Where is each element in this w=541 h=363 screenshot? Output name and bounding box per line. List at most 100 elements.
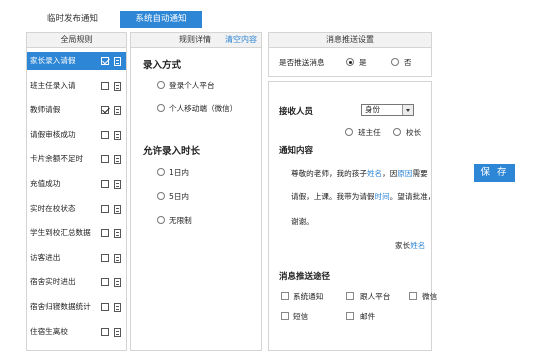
rule-item[interactable]: 访客进出 (27, 249, 126, 267)
rule-enable-checkbox[interactable] (101, 278, 109, 287)
rule-item-label: 访客进出 (30, 252, 61, 262)
rule-item[interactable]: 家长录入请假 (27, 52, 126, 70)
document-icon[interactable] (114, 81, 121, 91)
rule-item-label: 实时在校状态 (30, 203, 76, 213)
reason-placeholder: 原因 (397, 169, 413, 178)
rule-item[interactable]: 教师请假 (27, 101, 126, 119)
route-sms-label: 短信 (293, 312, 309, 321)
rule-item[interactable]: 班主任录入请 (27, 77, 126, 95)
document-icon[interactable] (114, 155, 121, 165)
route-email-checkbox[interactable] (346, 312, 354, 320)
document-icon[interactable] (114, 327, 121, 337)
rule-item[interactable]: 请假审核成功 (27, 126, 126, 144)
document-icon[interactable] (114, 278, 121, 288)
notify-line2-text-c: 。望请批准， (389, 192, 436, 201)
entry-option-2-radio[interactable] (157, 104, 165, 112)
push-route-title: 消息推送途径 (279, 272, 331, 282)
route-email-label: 邮件 (360, 312, 376, 321)
push-no-radio[interactable] (391, 58, 399, 66)
notify-line-1: 尊敬的老师，我的孩子姓名，因原因需要 (291, 168, 428, 179)
receiver-principal-label: 校长 (406, 128, 422, 137)
rule-item[interactable]: 充值成功 (27, 175, 126, 193)
chevron-down-icon (402, 105, 413, 115)
rule-item-label: 住宿生离校 (30, 326, 68, 336)
time-placeholder: 时间 (374, 192, 390, 201)
push-settings-header: 消息推送设置 (269, 33, 431, 48)
rule-enable-checkbox[interactable] (101, 57, 109, 65)
rule-details-title: 规则详情 (179, 35, 211, 44)
rule-enable-checkbox[interactable] (101, 81, 109, 90)
receiver-headteacher-radio[interactable] (345, 128, 353, 136)
rule-item[interactable]: 实时在校状态 (27, 200, 126, 218)
rule-enable-checkbox[interactable] (101, 327, 109, 336)
rule-item[interactable]: 卡片余额不足时 (27, 150, 126, 168)
global-rules-header: 全局规则 (27, 33, 126, 48)
rule-enable-checkbox[interactable] (101, 253, 109, 262)
route-platform-label: 跟人平台 (360, 292, 391, 301)
rule-item-label: 宿舍实时进出 (30, 277, 76, 287)
receiver-identity-select[interactable]: 身份 (361, 104, 414, 116)
notify-line-2: 请假，上课。我带为请假时间。望请批准， (291, 191, 435, 202)
rule-item[interactable]: 宿舍实时进出 (27, 273, 126, 291)
rule-enable-checkbox[interactable] (101, 229, 109, 238)
receiver-label: 接收人员 (279, 107, 314, 117)
notify-signature: 家长姓名 (395, 240, 425, 251)
rule-item-label: 充值成功 (30, 179, 61, 188)
tab-temp-notice[interactable]: 临时发布通知 (30, 11, 115, 28)
allow-time-title: 允许录入时长 (143, 146, 201, 157)
rule-enable-checkbox[interactable] (101, 303, 109, 311)
notify-content-title: 通知内容 (279, 146, 314, 156)
route-sms-checkbox[interactable] (281, 312, 289, 320)
notify-config-panel: 接收人员 身份 班主任 校长 通知内容 尊敬的老师，我的孩子姓名，因原因需要 请… (268, 81, 437, 351)
rule-item[interactable]: 学生到校汇总数据 (27, 224, 126, 242)
route-platform-checkbox[interactable] (346, 292, 354, 300)
rule-enable-checkbox[interactable] (101, 204, 109, 213)
push-settings-panel: 消息推送设置 是否推送消息 是 否 (268, 32, 432, 77)
document-icon[interactable] (114, 204, 121, 214)
push-yes-radio[interactable] (346, 58, 354, 66)
time-option-1-label: 1日内 (169, 168, 190, 177)
rule-item-label: 教师请假 (30, 105, 61, 115)
receiver-headteacher-label: 班主任 (358, 128, 381, 137)
rule-enable-checkbox[interactable] (101, 155, 109, 164)
rule-enable-checkbox[interactable] (101, 106, 109, 115)
entry-option-2-label: 个人移动端（微信） (169, 104, 238, 113)
parent-name-placeholder: 姓名 (410, 241, 426, 250)
document-icon[interactable] (114, 303, 121, 312)
entry-option-1-radio[interactable] (157, 81, 165, 89)
route-system-checkbox[interactable] (281, 292, 289, 300)
rule-item-label: 班主任录入请 (30, 80, 76, 90)
route-wechat-checkbox[interactable] (409, 292, 417, 300)
rule-details-header: 规则详情 清空内容 (131, 33, 261, 48)
child-name-placeholder: 姓名 (366, 169, 383, 178)
document-icon[interactable] (114, 229, 121, 239)
save-button[interactable]: 保 存 (474, 164, 515, 182)
document-icon[interactable] (114, 57, 121, 66)
document-icon[interactable] (114, 106, 121, 116)
notify-line2-text-a: 请假，上课。我带为请假 (291, 192, 375, 201)
signature-parent-text: 家长 (395, 241, 411, 250)
tab-auto-notice[interactable]: 系统自动通知 (120, 11, 202, 28)
notify-line1-text-a: 尊敬的老师，我的孩子 (291, 169, 367, 178)
route-wechat-label: 微信 (422, 292, 438, 301)
rule-item[interactable]: 住宿生离校 (27, 323, 126, 341)
clear-content-link[interactable]: 清空内容 (225, 33, 257, 47)
rule-item[interactable]: 宿舍归寝数据统计 (27, 298, 126, 316)
document-icon[interactable] (114, 253, 121, 263)
push-yes-label: 是 (359, 58, 367, 67)
global-rules-panel: 全局规则 家长录入请假班主任录入请 教师请假请假审核成功卡片余额不足时充值成功实时… (26, 32, 127, 351)
document-icon[interactable] (114, 180, 121, 189)
time-option-3-radio[interactable] (157, 216, 165, 224)
time-option-2-label: 5日内 (169, 192, 190, 201)
rule-enable-checkbox[interactable] (101, 180, 109, 188)
rule-item-label: 请假审核成功 (30, 129, 76, 139)
entry-option-1-label: 登录个人平台 (169, 81, 215, 90)
rule-enable-checkbox[interactable] (101, 130, 109, 139)
time-option-1-radio[interactable] (157, 168, 165, 176)
rule-item-label: 学生到校汇总数据 (30, 228, 91, 238)
rule-details-panel: 规则详情 清空内容 录入方式 登录个人平台 个人移动端（微信） 允许录入时长 1… (130, 32, 262, 351)
time-option-3-label: 无限制 (169, 216, 192, 225)
time-option-2-radio[interactable] (157, 192, 165, 200)
receiver-principal-radio[interactable] (393, 128, 401, 136)
document-icon[interactable] (114, 130, 121, 140)
